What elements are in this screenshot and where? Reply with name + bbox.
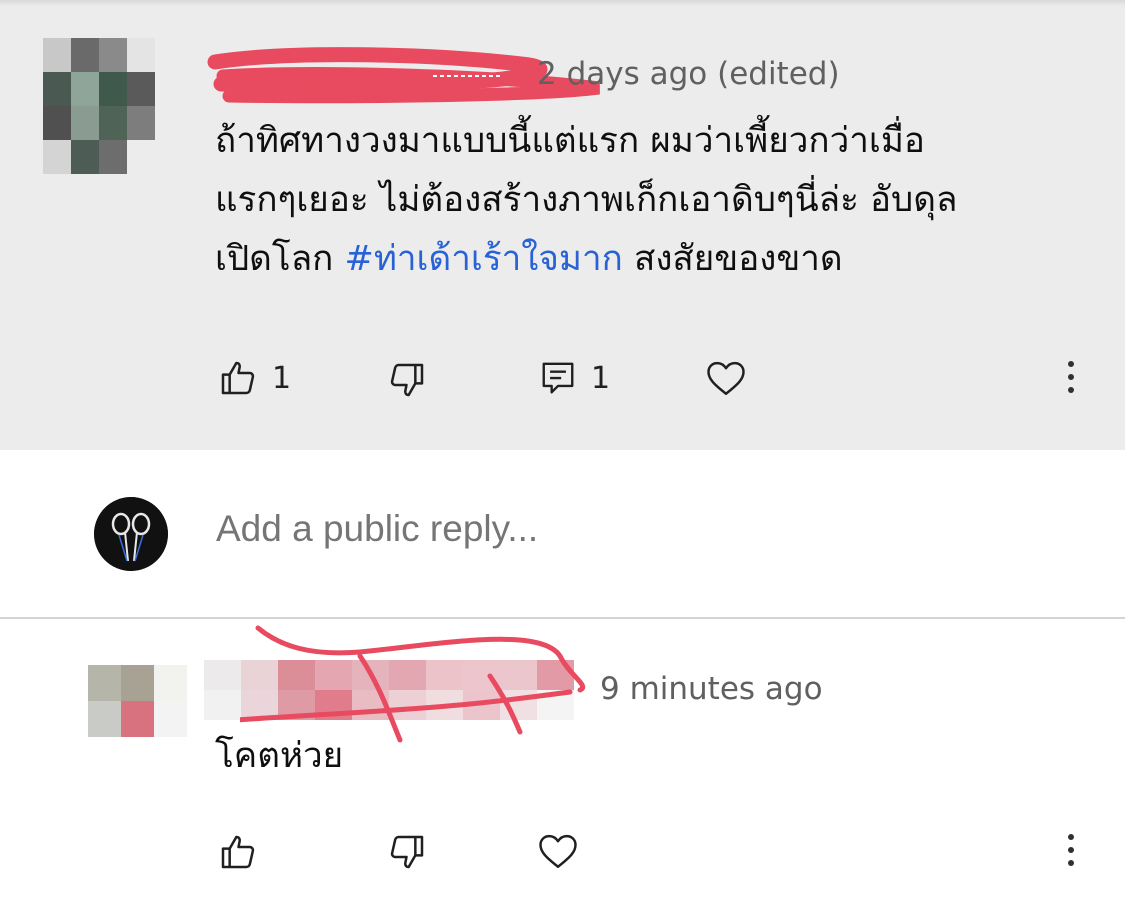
more-vertical-icon[interactable]: [1061, 361, 1081, 393]
mosaic-cell: [88, 665, 121, 701]
mosaic-cell: [127, 140, 155, 174]
thumbs-up-icon: [221, 361, 255, 395]
heart-button[interactable]: [704, 357, 748, 399]
comment-text-line: แรกๆเยอะ ไม่ต้องสร้างภาพเก็กเอาดิบๆนี่ล่…: [215, 180, 958, 220]
mosaic-cell: [127, 72, 155, 106]
mosaic-cell: [127, 106, 155, 140]
heart-icon: [707, 361, 745, 395]
mosaic-cell: [154, 701, 187, 737]
mosaic-cell: [154, 665, 187, 701]
like-button[interactable]: [218, 832, 258, 872]
mosaic-cell: [88, 701, 121, 737]
comment-text: โคตห่วย: [215, 736, 344, 776]
mosaic-cell: [43, 72, 71, 106]
comment-text-line: ถ้าทิศทางวงมาแบบนี้แต่แรก ผมว่าเพี้ยวกว่…: [215, 121, 925, 161]
public-reply-input[interactable]: [216, 508, 1016, 550]
like-button[interactable]: 1: [218, 358, 291, 398]
user-avatar-logo: [94, 497, 168, 571]
comment-text-line: เปิดโลก #ท่าเด้าเร้าใจมาก สงสัยของขาด: [215, 230, 1095, 289]
mosaic-cell: [71, 72, 99, 106]
mosaic-cell: [121, 665, 154, 701]
mosaic-cell: [127, 38, 155, 72]
comment-text-segment: สงสัยของขาด: [633, 239, 843, 279]
mosaic-cell: [43, 106, 71, 140]
mosaic-cell: [71, 140, 99, 174]
more-vertical-icon[interactable]: [1061, 834, 1081, 866]
dislike-button[interactable]: [387, 360, 427, 400]
mosaic-cell: [71, 106, 99, 140]
heart-button[interactable]: [536, 830, 580, 872]
dislike-button[interactable]: [387, 832, 427, 872]
mosaic-cell: [121, 701, 154, 737]
mosaic-cell: [43, 140, 71, 174]
comment-timestamp: 9 minutes ago: [600, 671, 823, 707]
mosaic-cell: [43, 38, 71, 72]
mosaic-cell: [99, 106, 127, 140]
comment-timestamp: 2 days ago (edited): [537, 56, 840, 92]
highlighted-comment: 2 days ago (edited) ถ้าทิศทางวงมาแบบนี้แ…: [0, 0, 1125, 450]
heart-icon: [539, 834, 577, 868]
hashtag-link[interactable]: #ท่าเด้าเร้าใจมาก: [345, 239, 623, 279]
thumbs-up-icon: [221, 835, 255, 869]
mosaic-cell: [71, 38, 99, 72]
reply-button[interactable]: 1: [539, 358, 610, 398]
reply-count: 1: [591, 360, 611, 396]
mosaic-cell: [99, 140, 127, 174]
comment-text: ถ้าทิศทางวงมาแบบนี้แต่แรก ผมว่าเพี้ยวกว่…: [215, 112, 1095, 289]
mosaic-cell: [204, 690, 241, 720]
mosaic-cell: [99, 38, 127, 72]
user-avatar[interactable]: [94, 497, 168, 571]
mosaic-cell: [204, 660, 241, 690]
thumbs-down-icon: [390, 363, 424, 397]
commenter-avatar-pixelated[interactable]: [88, 665, 187, 737]
commenter-avatar-pixelated[interactable]: [43, 38, 155, 174]
divider: [0, 0, 1125, 6]
mosaic-cell: [99, 72, 127, 106]
thumbs-down-icon: [390, 835, 424, 869]
comment-text-segment: เปิดโลก: [215, 239, 334, 279]
like-count: 1: [272, 360, 292, 396]
comment-icon: [542, 362, 574, 394]
